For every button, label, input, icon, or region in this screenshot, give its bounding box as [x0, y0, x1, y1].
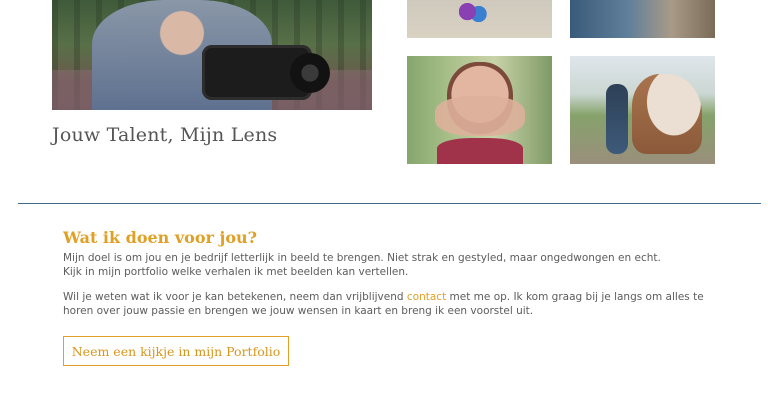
section-title: Wat ik doen voor jou?	[63, 228, 257, 247]
hero-photo-photographer-with-camera	[52, 0, 372, 110]
intro-paragraph: Mijn doel is om jou en je bedrijf letter…	[63, 251, 723, 279]
intro-line-1: Mijn doel is om jou en je bedrijf letter…	[63, 252, 661, 264]
thumb-shirt	[437, 138, 523, 164]
section-divider	[18, 203, 761, 204]
portfolio-button[interactable]: Neem een kijkje in mijn Portfolio	[63, 336, 289, 366]
thumb-hands	[435, 96, 525, 136]
contact-paragraph: Wil je weten wat ik voor je kan betekene…	[63, 290, 723, 318]
portfolio-thumb-horse[interactable]	[570, 56, 715, 164]
thumb-toy-figures	[459, 2, 487, 26]
portfolio-thumb-woman-hands[interactable]	[407, 56, 552, 164]
intro-line-2: Kijk in mijn portfolio welke verhalen ik…	[63, 266, 409, 278]
hero-photo-camera	[202, 45, 330, 100]
thumb-horse	[632, 74, 702, 154]
thumb-rider	[606, 84, 628, 154]
portfolio-thumb-office[interactable]	[570, 0, 715, 38]
contact-link[interactable]: contact	[407, 291, 446, 303]
hero-caption: Jouw Talent, Mijn Lens	[52, 124, 278, 146]
page: Jouw Talent, Mijn Lens Wat ik doen voor …	[0, 0, 768, 413]
contact-text-before: Wil je weten wat ik voor je kan betekene…	[63, 291, 407, 303]
portfolio-thumb-toys[interactable]	[407, 0, 552, 38]
